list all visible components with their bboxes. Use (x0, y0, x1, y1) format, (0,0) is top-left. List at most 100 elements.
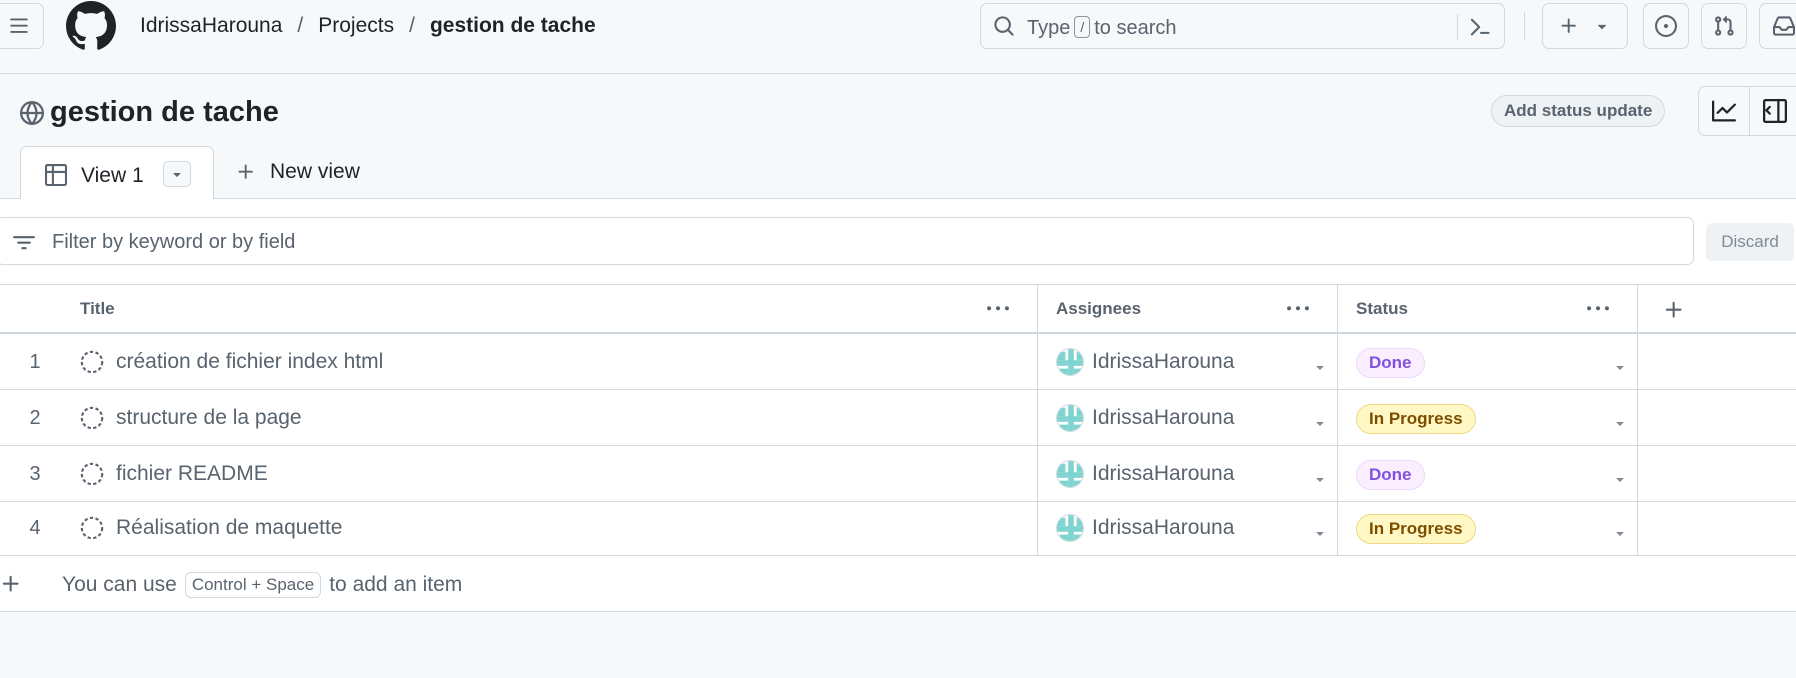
row-number: 3 (29, 463, 41, 485)
triangle-down-icon[interactable] (1612, 525, 1628, 541)
table-footer-area (0, 612, 1796, 667)
kebab-horizontal-icon (1587, 306, 1609, 311)
hamburger-icon (10, 18, 28, 33)
pull-requests-button[interactable] (1701, 3, 1747, 49)
issue-opened-icon (1655, 15, 1677, 37)
triangle-down-icon[interactable] (1612, 359, 1628, 375)
add-status-update-button[interactable]: Add status update (1491, 95, 1666, 127)
tab-view-1-label: View 1 (81, 164, 144, 187)
breadcrumb-owner-link[interactable]: IdrissaHarouna (140, 14, 282, 38)
new-view-button[interactable]: New view (236, 160, 360, 184)
item-title[interactable]: fichier README (116, 462, 268, 486)
column-options-assignees[interactable] (1283, 296, 1313, 322)
assignee-name[interactable]: IdrissaHarouna (1092, 406, 1234, 430)
status-badge[interactable]: In Progress (1356, 514, 1476, 544)
status-badge[interactable]: Done (1356, 348, 1425, 378)
triangle-down-icon[interactable] (1612, 415, 1628, 431)
plus-icon (1665, 301, 1682, 318)
item-title[interactable]: structure de la page (116, 406, 302, 430)
breadcrumb-separator: / (409, 14, 415, 37)
kebab-horizontal-icon (1287, 306, 1309, 311)
avatar (1056, 348, 1084, 376)
status-badge[interactable]: In Progress (1356, 404, 1476, 434)
search-placeholder: Type / to search (1027, 16, 1177, 40)
column-header-title[interactable]: Title (80, 285, 115, 333)
project-title: gestion de tache (50, 96, 279, 128)
project-actions-group (1698, 86, 1796, 136)
row-number: 2 (29, 407, 41, 429)
keyboard-shortcut: Control + Space (184, 572, 322, 598)
triangle-down-icon[interactable] (1312, 525, 1328, 541)
create-new-button[interactable] (1542, 3, 1628, 49)
new-view-label: New view (270, 160, 360, 183)
search-placeholder-prefix: Type (1027, 17, 1071, 39)
filter-placeholder: Filter by keyword or by field (52, 231, 296, 253)
issue-draft-icon (80, 406, 104, 430)
row-number: 4 (29, 517, 41, 539)
github-logo-icon[interactable] (66, 1, 116, 51)
project-view: Filter by keyword or by field Discard Ti… (0, 199, 1796, 667)
table-row[interactable]: 3 fichier README IdrissaHarouna Done (0, 446, 1796, 502)
tab-view-1[interactable]: View 1 (20, 146, 214, 200)
discard-button[interactable]: Discard (1706, 223, 1794, 261)
triangle-down-icon (1597, 24, 1607, 30)
sidebar-icon (1762, 99, 1787, 123)
header-divider (1524, 12, 1525, 40)
row-number: 1 (29, 351, 41, 373)
table-header: Title Assignees Status (0, 284, 1796, 334)
triangle-down-icon[interactable] (1612, 471, 1628, 487)
table-icon (45, 164, 67, 186)
search-icon (994, 16, 1014, 36)
global-header: IdrissaHarouna / Projects / gestion de t… (0, 0, 1796, 74)
table-row[interactable]: 2 structure de la page IdrissaHarouna In… (0, 390, 1796, 446)
add-field-button[interactable] (1660, 296, 1688, 324)
plus-icon (1561, 18, 1576, 33)
table-row[interactable]: 1 création de fichier index html Idrissa… (0, 334, 1796, 390)
project-details-toggle[interactable] (1749, 87, 1796, 135)
assignee-name[interactable]: IdrissaHarouna (1092, 350, 1234, 374)
assignee-name[interactable]: IdrissaHarouna (1092, 516, 1234, 540)
plus-icon (238, 164, 253, 179)
table-row[interactable]: 4 Réalisation de maquette IdrissaHarouna… (0, 500, 1796, 556)
breadcrumb-projects-link[interactable]: Projects (318, 14, 394, 38)
column-header-assignees[interactable]: Assignees (1056, 285, 1141, 333)
plus-icon (2, 575, 19, 592)
add-item-hint-after: to add an item (329, 573, 463, 596)
triangle-down-icon (173, 173, 181, 177)
filter-input[interactable]: Filter by keyword or by field (0, 217, 1694, 265)
open-menu-button[interactable] (0, 3, 44, 49)
issue-draft-icon (80, 350, 104, 374)
avatar (1056, 460, 1084, 488)
avatar (1056, 404, 1084, 432)
git-pull-request-icon (1715, 15, 1734, 36)
item-title[interactable]: création de fichier index html (116, 350, 383, 374)
inbox-button[interactable] (1759, 3, 1796, 49)
status-badge[interactable]: Done (1356, 460, 1425, 490)
graph-icon (1712, 100, 1736, 122)
search-placeholder-suffix: to search (1094, 17, 1177, 39)
triangle-down-icon[interactable] (1312, 415, 1328, 431)
command-palette-icon[interactable] (1469, 16, 1491, 38)
triangle-down-icon[interactable] (1312, 359, 1328, 375)
add-item-hint: You can use Control + Space to add an it… (62, 572, 462, 598)
triangle-down-icon[interactable] (1312, 471, 1328, 487)
your-issues-button[interactable] (1643, 3, 1689, 49)
search-shortcut-key: / (1074, 16, 1091, 38)
issue-draft-icon (80, 462, 104, 486)
globe-icon (20, 101, 44, 125)
assignee-name[interactable]: IdrissaHarouna (1092, 462, 1234, 486)
inbox-icon (1773, 16, 1795, 36)
issue-draft-icon (80, 516, 104, 540)
breadcrumb-current-project[interactable]: gestion de tache (430, 14, 596, 38)
insights-button[interactable] (1699, 87, 1749, 135)
column-options-status[interactable] (1583, 296, 1613, 322)
add-item-row[interactable]: You can use Control + Space to add an it… (0, 556, 1796, 612)
add-item-hint-before: You can use (62, 573, 177, 596)
item-title[interactable]: Réalisation de maquette (116, 516, 342, 540)
search-divider (1457, 14, 1458, 40)
search-input[interactable]: Type / to search (980, 3, 1505, 49)
column-options-title[interactable] (983, 296, 1013, 322)
column-header-status[interactable]: Status (1356, 285, 1408, 333)
breadcrumb-separator: / (297, 14, 304, 37)
view-options-button[interactable] (163, 161, 191, 187)
